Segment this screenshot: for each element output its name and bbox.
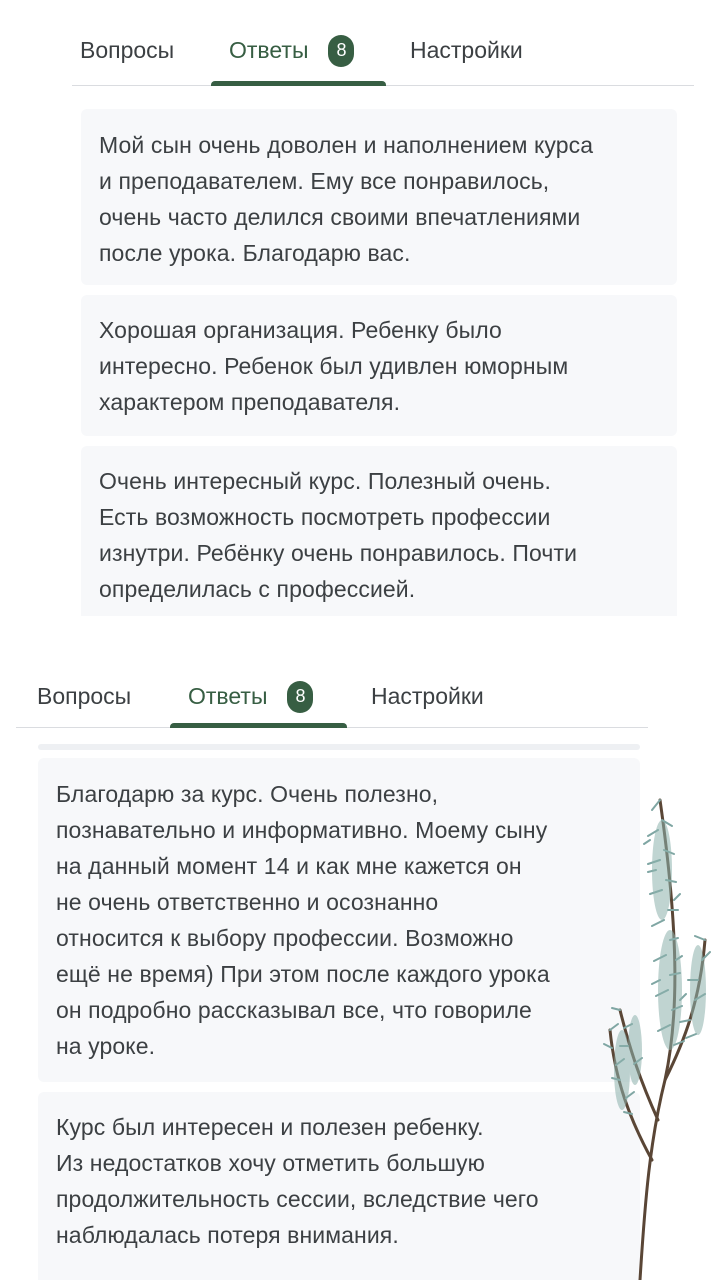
tab-questions[interactable]: Вопросы bbox=[37, 666, 131, 727]
tab-settings[interactable]: Настройки bbox=[410, 16, 523, 85]
tab-bar: Вопросы Ответы 8 Настройки bbox=[72, 16, 694, 86]
response-card: Хорошая организация. Ребенку было интере… bbox=[81, 295, 677, 436]
response-card: Мой сын очень доволен и наполнением курс… bbox=[81, 109, 677, 285]
tab-settings-label: Настройки bbox=[410, 37, 523, 63]
tab-answers-label: Ответы bbox=[229, 37, 309, 63]
tab-settings[interactable]: Настройки bbox=[371, 666, 484, 727]
response-card: Благодарю за курс. Очень полезно, познав… bbox=[38, 758, 640, 1082]
responses-panel-2: Вопросы Ответы 8 Настройки Благодарю за … bbox=[16, 666, 648, 1280]
answers-count-badge: 8 bbox=[328, 34, 355, 67]
response-card: Очень интересный курс. Полезный очень. Е… bbox=[81, 446, 677, 616]
previous-card-edge bbox=[38, 744, 640, 750]
tab-bar: Вопросы Ответы 8 Настройки bbox=[16, 666, 648, 728]
response-card: Курс был интересен и полезен ребенку. Из… bbox=[38, 1092, 640, 1280]
response-text: Очень интересный курс. Полезный очень. Е… bbox=[99, 468, 578, 602]
active-tab-indicator bbox=[170, 723, 347, 728]
tab-answers[interactable]: Ответы 8 bbox=[188, 666, 314, 727]
tab-settings-label: Настройки bbox=[371, 683, 484, 709]
response-text: Благодарю за курс. Очень полезно, познав… bbox=[56, 781, 550, 1059]
tab-answers[interactable]: Ответы 8 bbox=[229, 16, 355, 85]
active-tab-indicator bbox=[211, 81, 386, 86]
tab-questions-label: Вопросы bbox=[80, 37, 175, 63]
response-text: Хорошая организация. Ребенку было интере… bbox=[99, 317, 569, 415]
responses-panel-1: Вопросы Ответы 8 Настройки Мой сын очень… bbox=[72, 16, 694, 616]
response-text: Мой сын очень доволен и наполнением курс… bbox=[99, 132, 594, 266]
tab-questions[interactable]: Вопросы bbox=[80, 16, 174, 85]
tab-questions-label: Вопросы bbox=[37, 683, 132, 709]
response-text: Курс был интересен и полезен ребенку. Из… bbox=[56, 1114, 539, 1248]
juniper-branch-illustration bbox=[603, 798, 711, 1280]
answers-count-badge: 8 bbox=[287, 680, 314, 713]
tab-answers-label: Ответы bbox=[188, 683, 268, 709]
